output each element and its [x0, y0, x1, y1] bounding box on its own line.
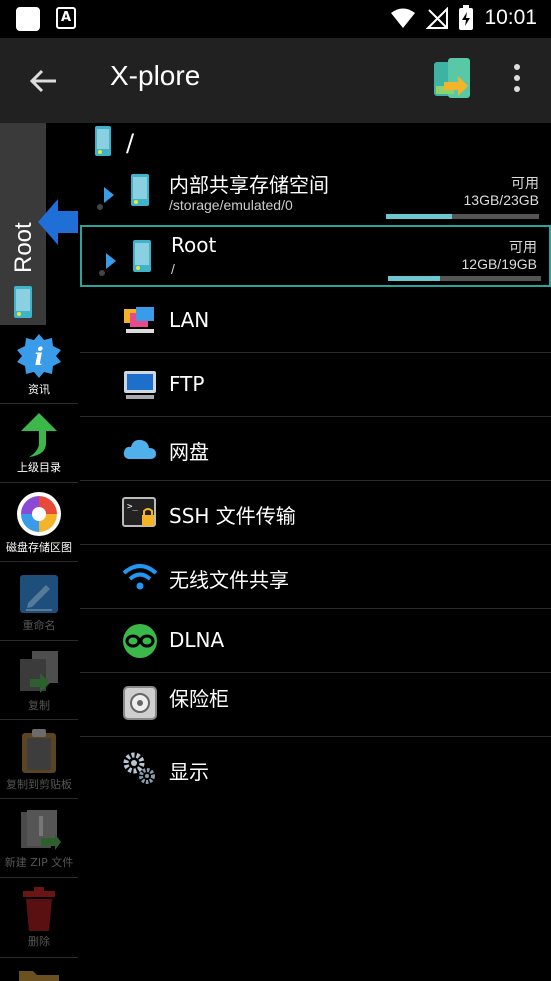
lan-icon [124, 307, 154, 333]
side-toolbar: Root i 资讯 上级目录 磁盘存储区图 重命名 复制 复制到剪贴板 新建 Z… [0, 123, 80, 981]
current-path: / [126, 129, 135, 157]
available-label: 可用 [509, 240, 537, 256]
ftp-icon [124, 371, 156, 399]
settings-icon [123, 752, 155, 784]
zip-icon [21, 810, 61, 850]
entry-lan[interactable]: LAN [80, 289, 551, 353]
usage-bar [388, 276, 541, 281]
toolbar-item-rename[interactable]: 重命名 [0, 571, 78, 633]
info-icon: i [17, 334, 61, 378]
svg-text:>_: >_ [127, 502, 138, 512]
toolbar-item-disk-map[interactable]: 磁盘存储区图 [0, 491, 78, 555]
wifi-icon [122, 564, 158, 590]
app-bar: X-plore [0, 38, 551, 123]
file-list-pane: / 内部共享存储空间 /storage/emulated/0 可用 13GB/2… [80, 123, 551, 981]
toolbar-item-folder[interactable] [0, 967, 78, 981]
toolbar-item-new-zip[interactable]: 新建 ZIP 文件 [0, 808, 78, 870]
entry-vault[interactable]: 保险柜 [80, 673, 551, 737]
drive-name: Root [171, 233, 217, 257]
notification-app-icon [16, 7, 40, 31]
entry-ssh[interactable]: >_ SSH 文件传输 [80, 481, 551, 545]
app-title: X-plore [110, 60, 201, 91]
toolbar-item-copy[interactable]: 复制 [0, 649, 78, 713]
drive-path: / [171, 261, 175, 277]
cellular-off-icon [426, 7, 449, 29]
current-path-row[interactable]: / [80, 123, 551, 159]
root-tab-label: Root [10, 222, 37, 273]
drive-internal-storage[interactable]: 内部共享存储空间 /storage/emulated/0 可用 13GB/23G… [80, 161, 551, 223]
folder-icon [19, 971, 59, 981]
switch-pane-icon[interactable] [430, 56, 474, 104]
device-icon [95, 126, 111, 156]
toolbar-item-copy-to-clipboard[interactable]: 复制到剪贴板 [0, 728, 78, 792]
wifi-signal-icon [391, 8, 416, 28]
dlna-icon [123, 624, 157, 658]
disk-map-icon [17, 492, 61, 536]
cloud-icon [123, 439, 156, 459]
toolbar-item-delete[interactable]: 删除 [0, 887, 78, 949]
drive-path: /storage/emulated/0 [169, 197, 293, 213]
notification-a-icon: A [56, 7, 76, 29]
battery-charging-icon [459, 5, 474, 30]
available-label: 可用 [511, 176, 539, 192]
entry-wifi-share[interactable]: 无线文件共享 [80, 545, 551, 609]
expand-arrow-icon[interactable] [98, 247, 118, 277]
vault-icon [123, 686, 157, 720]
entry-cloud[interactable]: 网盘 [80, 417, 551, 481]
device-icon [14, 286, 32, 318]
copy-icon [20, 651, 58, 693]
entry-ftp[interactable]: FTP [80, 353, 551, 417]
clipboard-icon [22, 729, 56, 773]
device-icon [131, 174, 149, 206]
overflow-menu-icon[interactable] [510, 64, 524, 98]
trash-icon [23, 887, 55, 931]
drive-size: 13GB/23GB [463, 192, 540, 208]
rename-icon [20, 575, 58, 613]
status-bar: A 10:01 [0, 0, 551, 38]
toolbar-item-parent-dir[interactable]: 上级目录 [0, 413, 78, 475]
clock: 10:01 [484, 6, 537, 29]
entry-display[interactable]: 显示 [80, 737, 551, 801]
ssh-icon: >_ [122, 497, 156, 527]
pane-arrow-icon [38, 199, 78, 245]
up-arrow-icon [21, 413, 57, 457]
back-arrow-icon[interactable] [26, 64, 60, 98]
device-icon [133, 240, 151, 272]
drive-name: 内部共享存储空间 [169, 173, 329, 197]
drive-size: 12GB/19GB [461, 256, 538, 272]
toolbar-item-info[interactable]: i 资讯 [0, 333, 78, 397]
drive-root[interactable]: Root / 可用 12GB/19GB [80, 225, 551, 287]
svg-text:i: i [34, 342, 43, 371]
entry-dlna[interactable]: DLNA [80, 609, 551, 673]
usage-bar [386, 214, 539, 219]
expand-arrow-icon[interactable] [96, 181, 116, 211]
